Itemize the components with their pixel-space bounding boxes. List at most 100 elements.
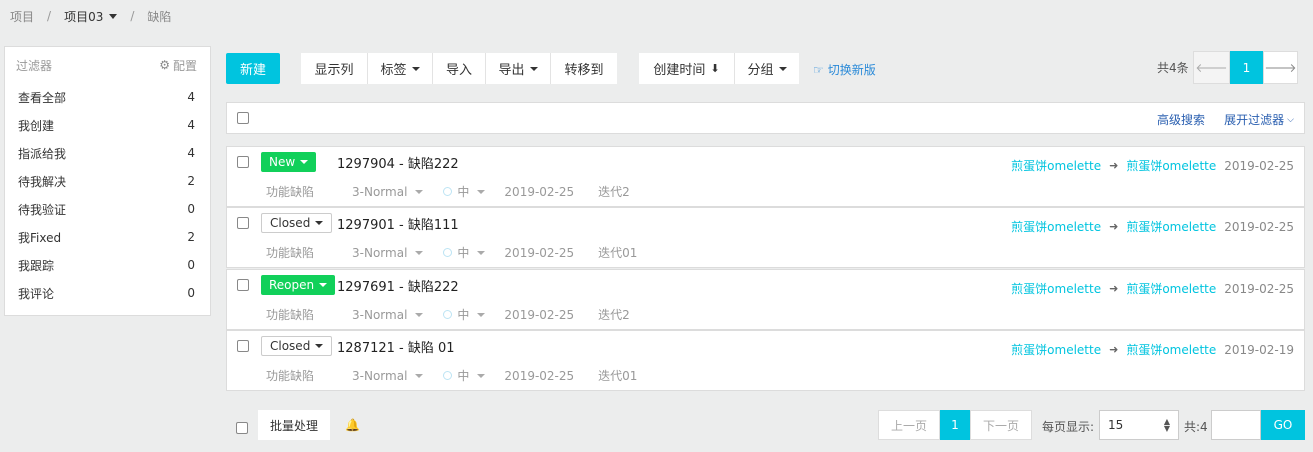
breadcrumb-project[interactable]: 项目03	[64, 8, 103, 25]
chevron-down-icon	[300, 160, 309, 164]
row-checkbox[interactable]	[237, 156, 249, 168]
created-date: 2019-02-25	[504, 368, 575, 383]
filter-item-to-verify[interactable]: 待我验证 0	[5, 195, 210, 223]
chevron-down-icon	[415, 250, 424, 255]
bell-icon[interactable]: 🔔	[345, 418, 360, 432]
next-page-button[interactable]: 下一页	[970, 410, 1032, 440]
expand-filter-link[interactable]: 展开过滤器 ⌵	[1224, 111, 1294, 128]
filter-item-fixed[interactable]: 我Fixed 2	[5, 223, 210, 251]
iteration: 迭代2	[598, 185, 630, 199]
defect-row[interactable]: Reopen 1297691 - 缺陷222 功能缺陷 3-Normal 中 2…	[226, 269, 1305, 330]
export-button[interactable]: 导出	[486, 53, 550, 84]
chevron-down-icon	[778, 66, 787, 71]
status-label: Closed	[270, 339, 311, 353]
priority-label: 中	[457, 185, 470, 199]
chevron-down-icon	[529, 66, 538, 71]
new-button[interactable]: 新建	[226, 53, 280, 84]
filter-item-assigned-to-me[interactable]: 指派给我 4	[5, 139, 210, 167]
filter-item-all[interactable]: 查看全部 4	[5, 83, 210, 111]
arrow-right-icon: ➜	[1109, 159, 1119, 172]
priority-dropdown[interactable]: 中	[443, 244, 486, 261]
status-dropdown[interactable]: Reopen	[261, 275, 336, 295]
updated-date: 2019-02-25	[1224, 219, 1294, 234]
tags-label: 标签	[380, 63, 407, 78]
go-button[interactable]: GO	[1261, 410, 1305, 440]
status-dropdown[interactable]: Closed	[261, 213, 333, 233]
filter-sidebar: 过滤器 ⚙ 配置 查看全部 4 我创建 4 指派给我 4 待我解决 2 待我验证 0 我F…	[4, 46, 211, 316]
defect-type: 功能缺陷	[266, 246, 315, 260]
filter-item-commented[interactable]: 我评论 0	[5, 279, 210, 307]
priority-dropdown[interactable]: 中	[443, 367, 486, 384]
severity-dropdown[interactable]: 3-Normal	[352, 246, 424, 260]
filter-item-count: 0	[187, 202, 195, 216]
severity-dropdown[interactable]: 3-Normal	[352, 369, 424, 383]
filter-item-label: 我评论	[18, 286, 55, 301]
footer-total: 共:4	[1184, 420, 1208, 434]
assignment: 煎蛋饼omelette ➜ 煎蛋饼omelette 2019-02-25	[1011, 280, 1294, 297]
status-label: Reopen	[269, 278, 315, 292]
select-all-checkbox[interactable]	[237, 112, 249, 124]
filter-item-count: 4	[187, 118, 195, 132]
prev-page-icon[interactable]: 🡐	[1193, 51, 1230, 84]
chevron-down-icon[interactable]	[109, 13, 118, 19]
filter-item-created-by-me[interactable]: 我创建 4	[5, 111, 210, 139]
page-jump-input[interactable]	[1211, 410, 1261, 440]
filter-item-count: 0	[187, 286, 195, 300]
row-meta: 功能缺陷 3-Normal 中 2019-02-25 迭代01	[266, 367, 637, 384]
iteration: 迭代01	[598, 369, 638, 383]
defect-row[interactable]: Closed 1297901 - 缺陷111 功能缺陷 3-Normal 中 2…	[226, 207, 1305, 268]
prev-page-button[interactable]: 上一页	[878, 410, 940, 440]
row-meta: 功能缺陷 3-Normal 中 2019-02-25 迭代2	[266, 306, 630, 323]
row-checkbox[interactable]	[237, 217, 249, 229]
priority-dropdown[interactable]: 中	[443, 306, 486, 323]
reporter-link[interactable]: 煎蛋饼omelette	[1011, 157, 1101, 174]
severity-dropdown[interactable]: 3-Normal	[352, 308, 424, 322]
defect-title[interactable]: 1287121 - 缺陷 01	[337, 337, 455, 356]
defect-title[interactable]: 1297904 - 缺陷222	[337, 153, 459, 172]
defect-row[interactable]: New 1297904 - 缺陷222 功能缺陷 3-Normal 中 2019…	[226, 146, 1305, 207]
chevron-down-icon	[477, 312, 486, 317]
current-page[interactable]: 1	[1230, 51, 1263, 84]
batch-process-button[interactable]: 批量处理	[258, 410, 330, 440]
status-dropdown[interactable]: New	[261, 152, 317, 172]
per-page-select[interactable]: 15 ▲ ▼	[1099, 410, 1179, 440]
tags-button[interactable]: 标签	[368, 53, 432, 84]
defect-title[interactable]: 1297901 - 缺陷111	[337, 214, 459, 233]
assignee-link[interactable]: 煎蛋饼omelette	[1126, 157, 1216, 174]
reporter-link[interactable]: 煎蛋饼omelette	[1011, 341, 1101, 358]
filter-item-count: 4	[187, 90, 195, 104]
reporter-link[interactable]: 煎蛋饼omelette	[1011, 280, 1101, 297]
filter-item-label: 我跟踪	[18, 258, 55, 273]
filter-item-following[interactable]: 我跟踪 0	[5, 251, 210, 279]
footer-current-page[interactable]: 1	[940, 410, 970, 440]
switch-new-version-link[interactable]: ☞ 切换新版	[813, 61, 876, 78]
filter-config-button[interactable]: ⚙ 配置	[159, 57, 197, 74]
defect-type: 功能缺陷	[266, 308, 315, 322]
group-button[interactable]: 分组	[735, 53, 799, 84]
chevron-down-icon	[319, 283, 328, 287]
filter-item-to-resolve[interactable]: 待我解决 2	[5, 167, 210, 195]
sort-button[interactable]: 创建时间 ⬇	[639, 53, 734, 84]
columns-button[interactable]: 显示列	[301, 53, 367, 84]
priority-dropdown[interactable]: 中	[443, 183, 486, 200]
assignee-link[interactable]: 煎蛋饼omelette	[1126, 280, 1216, 297]
reporter-link[interactable]: 煎蛋饼omelette	[1011, 218, 1101, 235]
next-page-icon[interactable]: 🡒	[1263, 51, 1298, 84]
expand-filter-label: 展开过滤器	[1224, 113, 1285, 127]
status-dropdown[interactable]: Closed	[261, 336, 333, 356]
severity-dropdown[interactable]: 3-Normal	[352, 185, 424, 199]
defect-title[interactable]: 1297691 - 缺陷222	[337, 276, 459, 295]
move-to-button[interactable]: 转移到	[551, 53, 617, 84]
group-label: 分组	[747, 63, 774, 78]
footer-select-all-checkbox[interactable]	[236, 422, 248, 434]
defect-row[interactable]: Closed 1287121 - 缺陷 01 功能缺陷 3-Normal 中 2…	[226, 330, 1305, 391]
breadcrumb-current: 缺陷	[147, 9, 172, 24]
row-checkbox[interactable]	[237, 340, 249, 352]
breadcrumb-root[interactable]: 项目	[10, 8, 34, 25]
sort-label: 创建时间	[653, 63, 706, 78]
row-checkbox[interactable]	[237, 279, 249, 291]
import-button[interactable]: 导入	[433, 53, 485, 84]
assignee-link[interactable]: 煎蛋饼omelette	[1126, 218, 1216, 235]
advanced-search-link[interactable]: 高级搜索	[1157, 111, 1205, 128]
assignee-link[interactable]: 煎蛋饼omelette	[1126, 341, 1216, 358]
